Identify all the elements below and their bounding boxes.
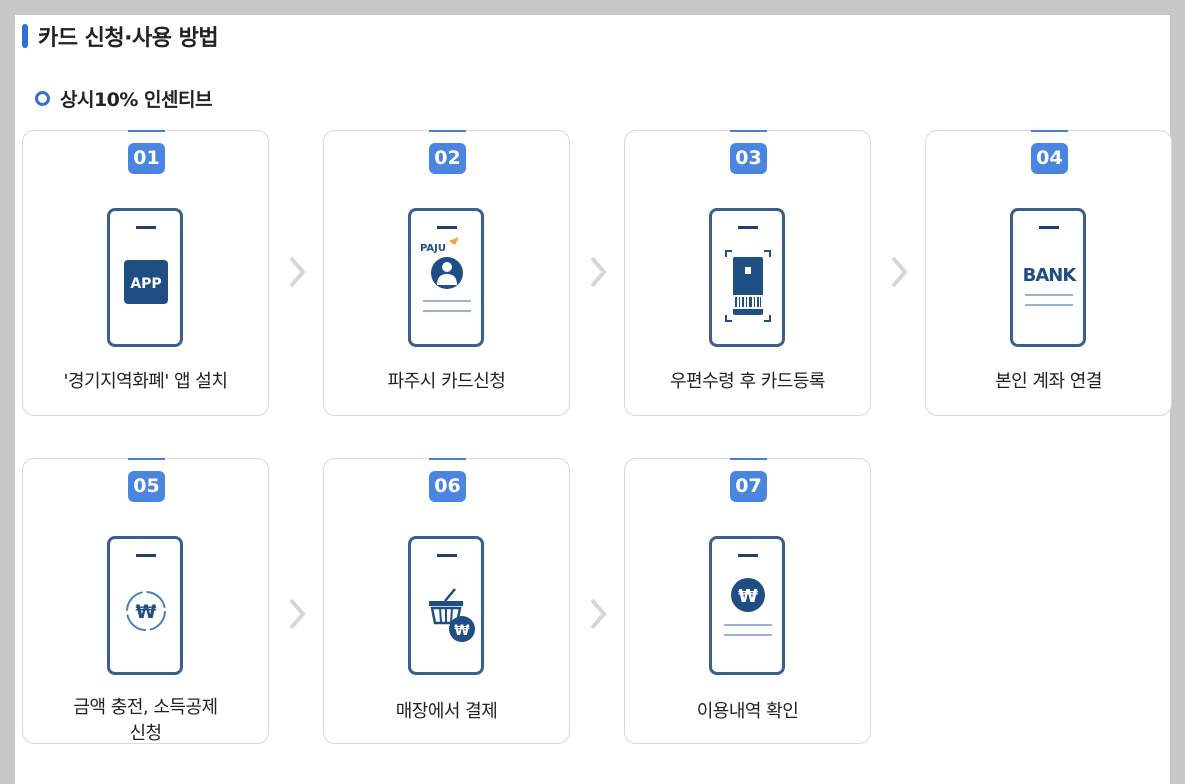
phone-icon: ₩ xyxy=(709,536,785,675)
won-symbol: ₩ xyxy=(738,586,758,607)
bank-text: BANK xyxy=(1023,265,1078,286)
step-label: '경기지역화폐' 앱 설치 xyxy=(63,371,228,392)
bank-icon: BANK xyxy=(1023,265,1078,306)
step-label: 파주시 카드신청 xyxy=(387,371,506,392)
subsection-title: 상시10% 인센티브 xyxy=(35,83,212,113)
step-label: 금액 충전, 소득공제 신청 xyxy=(73,697,218,744)
phone-speaker xyxy=(738,226,758,229)
won-symbol: ₩ xyxy=(454,623,470,639)
phone-speaker xyxy=(1039,226,1059,229)
step-card-07: 07 ₩ 이용내역 확인 xyxy=(624,458,871,744)
step-card-02: 02 PAJU 파주시 카드신청 xyxy=(323,130,570,416)
chevron-right-icon xyxy=(589,255,607,289)
won-recharge-icon: ₩ xyxy=(126,591,166,631)
step-label: 본인 계좌 연결 xyxy=(995,371,1102,392)
phone-speaker xyxy=(437,554,457,557)
card-top-accent xyxy=(128,458,165,460)
step-number: 05 xyxy=(128,471,165,502)
app-badge-text: APP xyxy=(130,276,161,292)
phone-speaker xyxy=(738,554,758,557)
section-title-text: 카드 신청·사용 방법 xyxy=(38,26,219,51)
phone-speaker xyxy=(437,226,457,229)
section-title: 카드 신청·사용 방법 xyxy=(22,17,219,55)
phone-icon: ₩ xyxy=(107,536,183,675)
step-number: 02 xyxy=(429,143,466,174)
step-card-03: 03 우편수령 후 카드등록 xyxy=(624,130,871,416)
phone-icon: ₩ xyxy=(408,536,484,675)
app-icon: APP xyxy=(124,260,168,304)
paju-card-icon: PAJU xyxy=(420,237,471,312)
card-top-accent xyxy=(429,458,466,460)
subsection-title-text: 상시10% 인센티브 xyxy=(60,88,212,111)
card-top-accent xyxy=(128,130,165,132)
phone-icon: APP xyxy=(107,208,183,347)
chevron-right-icon xyxy=(890,255,908,289)
card-top-accent xyxy=(429,130,466,132)
step-card-01: 01 APP '경기지역화폐' 앱 설치 xyxy=(22,130,269,416)
step-label: 이용내역 확인 xyxy=(696,701,799,722)
content-panel: 카드 신청·사용 방법 상시10% 인센티브 01 APP '경기지역화폐' 앱… xyxy=(15,15,1172,784)
step-card-04: 04 BANK 본인 계좌 연결 xyxy=(925,130,1172,416)
phone-speaker xyxy=(136,554,156,557)
basket-pay-icon: ₩ xyxy=(429,588,475,642)
title-accent-bar xyxy=(22,24,28,48)
step-number: 07 xyxy=(730,471,767,502)
won-history-icon: ₩ xyxy=(724,578,772,636)
chevron-right-icon xyxy=(589,597,607,631)
step-card-06: 06 ₩ 매장에서 결제 xyxy=(323,458,570,744)
step-label: 우편수령 후 카드등록 xyxy=(670,371,825,392)
won-symbol: ₩ xyxy=(136,601,157,623)
step-number: 03 xyxy=(730,143,767,174)
chevron-right-icon xyxy=(288,597,306,631)
card-top-accent xyxy=(730,130,767,132)
step-card-05: 05 ₩ 금액 충전, 소득공제 신청 xyxy=(22,458,269,744)
phone-icon xyxy=(709,208,785,347)
card-top-accent xyxy=(1031,130,1068,132)
phone-speaker xyxy=(136,226,156,229)
phone-icon: BANK xyxy=(1010,208,1086,347)
card-top-accent xyxy=(730,458,767,460)
phone-icon: PAJU xyxy=(408,208,484,347)
step-number: 01 xyxy=(128,143,165,174)
chevron-right-icon xyxy=(288,255,306,289)
card-scan-icon xyxy=(725,250,771,322)
step-label: 매장에서 결제 xyxy=(395,701,498,722)
step-number: 04 xyxy=(1031,143,1068,174)
circle-bullet-icon xyxy=(35,90,50,106)
step-number: 06 xyxy=(429,471,466,502)
paju-logo-text: PAJU xyxy=(420,243,446,254)
